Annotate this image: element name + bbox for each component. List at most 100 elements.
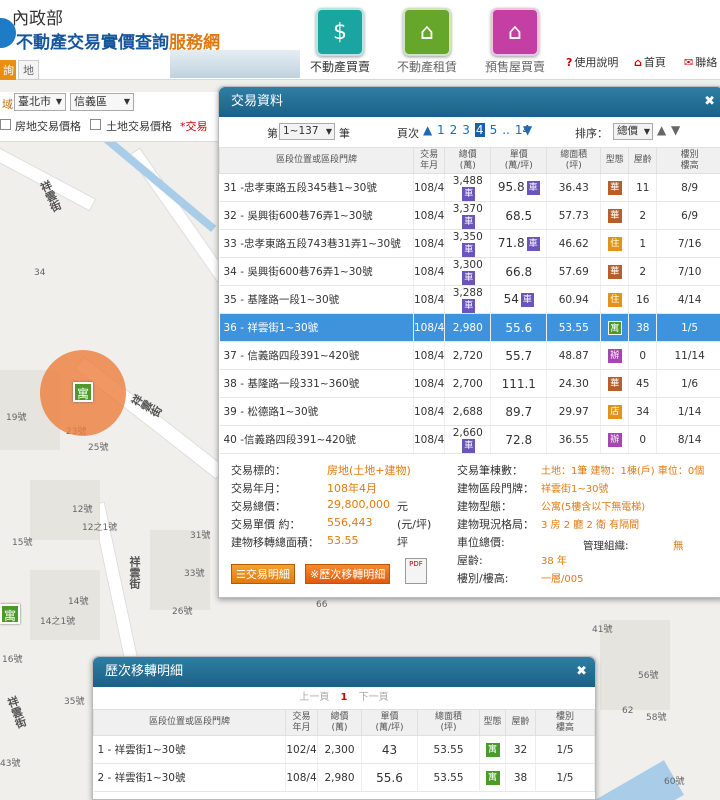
row-total: 2,980 xyxy=(317,763,362,792)
row-age: 38 xyxy=(628,313,658,342)
row-total-value: 2,980 xyxy=(452,321,483,334)
nav-sale-button[interactable]: $ xyxy=(316,8,364,56)
row-unit-value: 89.7 xyxy=(505,404,533,419)
page-link[interactable]: 5 xyxy=(490,123,498,137)
land-price-checkbox[interactable] xyxy=(90,119,101,130)
page-link-current[interactable]: 4 xyxy=(474,123,485,137)
home-link[interactable]: ⌂ 首頁 xyxy=(634,54,666,70)
detail-row: 交易標的： 房地(土地+建物) xyxy=(231,462,456,480)
pager-label: 頁次 xyxy=(397,127,419,140)
tab-query[interactable]: 詢 xyxy=(0,60,16,80)
prev-page-link[interactable]: 上一頁 xyxy=(299,692,329,703)
print-pdf-icon[interactable]: PDF xyxy=(405,558,427,584)
street-label: 祥雲街 xyxy=(4,694,29,731)
page-last-icon[interactable]: ▼ xyxy=(523,123,532,137)
column-header: 區段位置或區段門牌 xyxy=(219,147,414,174)
row-floor: 7/16 xyxy=(656,229,720,258)
row-total-value: 3,370 xyxy=(452,202,483,215)
table-row[interactable]: 39 - 松德路1~30號 108/4 2,688 89.7 29.97 店 34 1/14 xyxy=(219,397,720,426)
column-header: 單價 (萬/坪) xyxy=(490,147,548,174)
table-row[interactable]: 38 - 基隆路一段331~360號 108/4 2,700 111.1 24.30 華 4… xyxy=(219,369,720,398)
nav-rent-label[interactable]: 不動產租賃 xyxy=(377,58,477,75)
row-total: 3,488車 xyxy=(444,173,492,202)
row-address: 40 -信義路四段391~420號 xyxy=(219,425,414,454)
row-floor: 11/14 xyxy=(656,341,720,370)
tab-landmark[interactable]: 地標查詢 xyxy=(18,60,39,134)
trade-table: 區段位置或區段門牌 交易 年月 總價 (萬) 單價 (萬/坪) 總面積 (坪) 型態 屋齡樓… xyxy=(219,147,720,454)
row-total-value: 3,288 xyxy=(452,286,483,299)
table-row[interactable]: 36 - 祥雲街1~30號 108/4 2,980 55.6 53.55 寓 38 1/5 xyxy=(219,313,720,342)
row-floor: 8/14 xyxy=(656,425,720,454)
nav-presale-button[interactable]: ⌂ xyxy=(491,8,539,56)
sort-select[interactable]: 總價 ▼ xyxy=(613,123,653,140)
row-age: 32 xyxy=(505,735,536,764)
row-date: 108/4 xyxy=(413,229,446,258)
sort-descending-icon[interactable]: ▼ xyxy=(671,123,680,137)
page-first-icon[interactable]: ▲ xyxy=(423,123,432,137)
row-type: 華 xyxy=(600,369,630,398)
table-row[interactable]: 1 - 祥雲街1~30號 102/4 2,300 43 53.55 寓 32 1/5 xyxy=(93,735,595,764)
parking-icon: 車 xyxy=(520,293,534,307)
row-unit: 95.8 車 xyxy=(490,173,548,202)
parking-icon: 車 xyxy=(462,214,476,229)
page-link[interactable]: 2 xyxy=(450,123,458,137)
transfer-history-button[interactable]: ※歷次移轉明細 xyxy=(305,564,391,584)
detail-row: 建物移轉總面積： 53.55 坪 xyxy=(231,534,456,552)
row-type: 寓 xyxy=(600,313,630,342)
detail-value: 祥雲街1~30號 xyxy=(541,484,609,495)
current-page: 1 xyxy=(340,692,348,703)
row-total-value: 3,488 xyxy=(452,174,483,187)
presale-crane-icon: ⌂ xyxy=(508,20,522,45)
row-address: 31 -忠孝東路五段345巷1~30號 xyxy=(219,173,414,202)
row-unit-value: 55.7 xyxy=(505,348,533,363)
page-prefix: 第 xyxy=(267,127,278,140)
map-number: 16號 xyxy=(2,655,23,665)
column-header: 屋齡 xyxy=(628,147,658,174)
help-link[interactable]: ? 使用說明 xyxy=(566,54,618,70)
row-floor: 4/14 xyxy=(656,285,720,314)
building-type-icon: 寓 xyxy=(607,320,622,335)
table-row[interactable]: 32 - 吳興街600巷76弄1~30號 108/4 3,370車 68.5 57.73… xyxy=(219,201,720,230)
parking-icon: 車 xyxy=(462,186,476,201)
row-area: 36.43 xyxy=(546,173,602,202)
house-price-checkbox[interactable] xyxy=(0,119,11,130)
column-header: 總面積 (坪) xyxy=(417,709,480,736)
table-row[interactable]: 31 -忠孝東路五段345巷1~30號 108/4 3,488車 95.8 車 36.43… xyxy=(219,173,720,202)
table-row[interactable]: 33 -忠孝東路五段743巷31弄1~30號 108/4 3,350車 71.8 車 46… xyxy=(219,229,720,258)
apartment-marker-icon[interactable]: 寓 xyxy=(73,382,93,402)
trade-detail-button[interactable]: ☰交易明細 xyxy=(231,564,295,584)
page-link[interactable]: 3 xyxy=(462,123,470,137)
row-total-value: 2,720 xyxy=(452,349,483,362)
next-page-link[interactable]: 下一頁 xyxy=(359,692,389,703)
close-icon[interactable]: ✖ xyxy=(576,657,587,687)
apartment-marker-icon[interactable]: 寓 xyxy=(0,604,20,624)
table-row[interactable]: 2 - 祥雲街1~30號 108/4 2,980 55.6 53.55 寓 38 1/5 xyxy=(93,763,595,792)
sort-ascending-icon[interactable]: ▲ xyxy=(657,123,666,137)
building-type-icon: 寓 xyxy=(485,742,500,757)
page-link[interactable]: 1 xyxy=(437,123,445,137)
row-address: 39 - 松德路1~30號 xyxy=(219,397,414,426)
city-select[interactable]: 臺北市 ▼ xyxy=(14,93,66,111)
detail-row: 樓別/樓高: 一層/005 xyxy=(457,570,717,588)
row-type: 寓 xyxy=(479,763,506,792)
nav-presale-label[interactable]: 預售屋買賣 xyxy=(465,58,565,75)
table-row[interactable]: 34 - 吳興街600巷76弄1~30號 108/4 3,300車 66.8 57.69… xyxy=(219,257,720,286)
row-total: 2,720 xyxy=(444,341,492,370)
detail-row: 交易筆棟數： 土地：1筆 建物：1棟(戶) 車位：0個 xyxy=(457,462,717,480)
close-icon[interactable]: ✖ xyxy=(704,87,715,117)
contact-link[interactable]: ✉ 聯絡 xyxy=(684,54,717,70)
row-total: 2,980 xyxy=(444,313,492,342)
table-row[interactable]: 35 - 基隆路一段1~30號 108/4 3,288車 54 車 60.94 住 16 4/1… xyxy=(219,285,720,314)
map-number: 34 xyxy=(34,268,46,278)
record-range-select[interactable]: 1~137 ▼ xyxy=(279,123,335,140)
district-select[interactable]: 信義區 ▼ xyxy=(70,93,134,111)
row-unit-value: 66.8 xyxy=(505,264,533,279)
table-row[interactable]: 37 - 信義路四段391~420號 108/4 2,720 55.7 48.87 辦 0 1… xyxy=(219,341,720,370)
building-dollar-icon: $ xyxy=(333,20,347,45)
nav-sale-label[interactable]: 不動產買賣 xyxy=(290,58,390,75)
detail-label: 交易單價 約： xyxy=(231,518,301,531)
table-row[interactable]: 40 -信義路四段391~420號 108/4 2,660車 72.8 36.55 辦 0 8… xyxy=(219,425,720,454)
map-number: 15號 xyxy=(12,538,33,548)
nav-rent-button[interactable]: ⌂ xyxy=(403,8,451,56)
row-date: 108/4 xyxy=(413,257,446,286)
